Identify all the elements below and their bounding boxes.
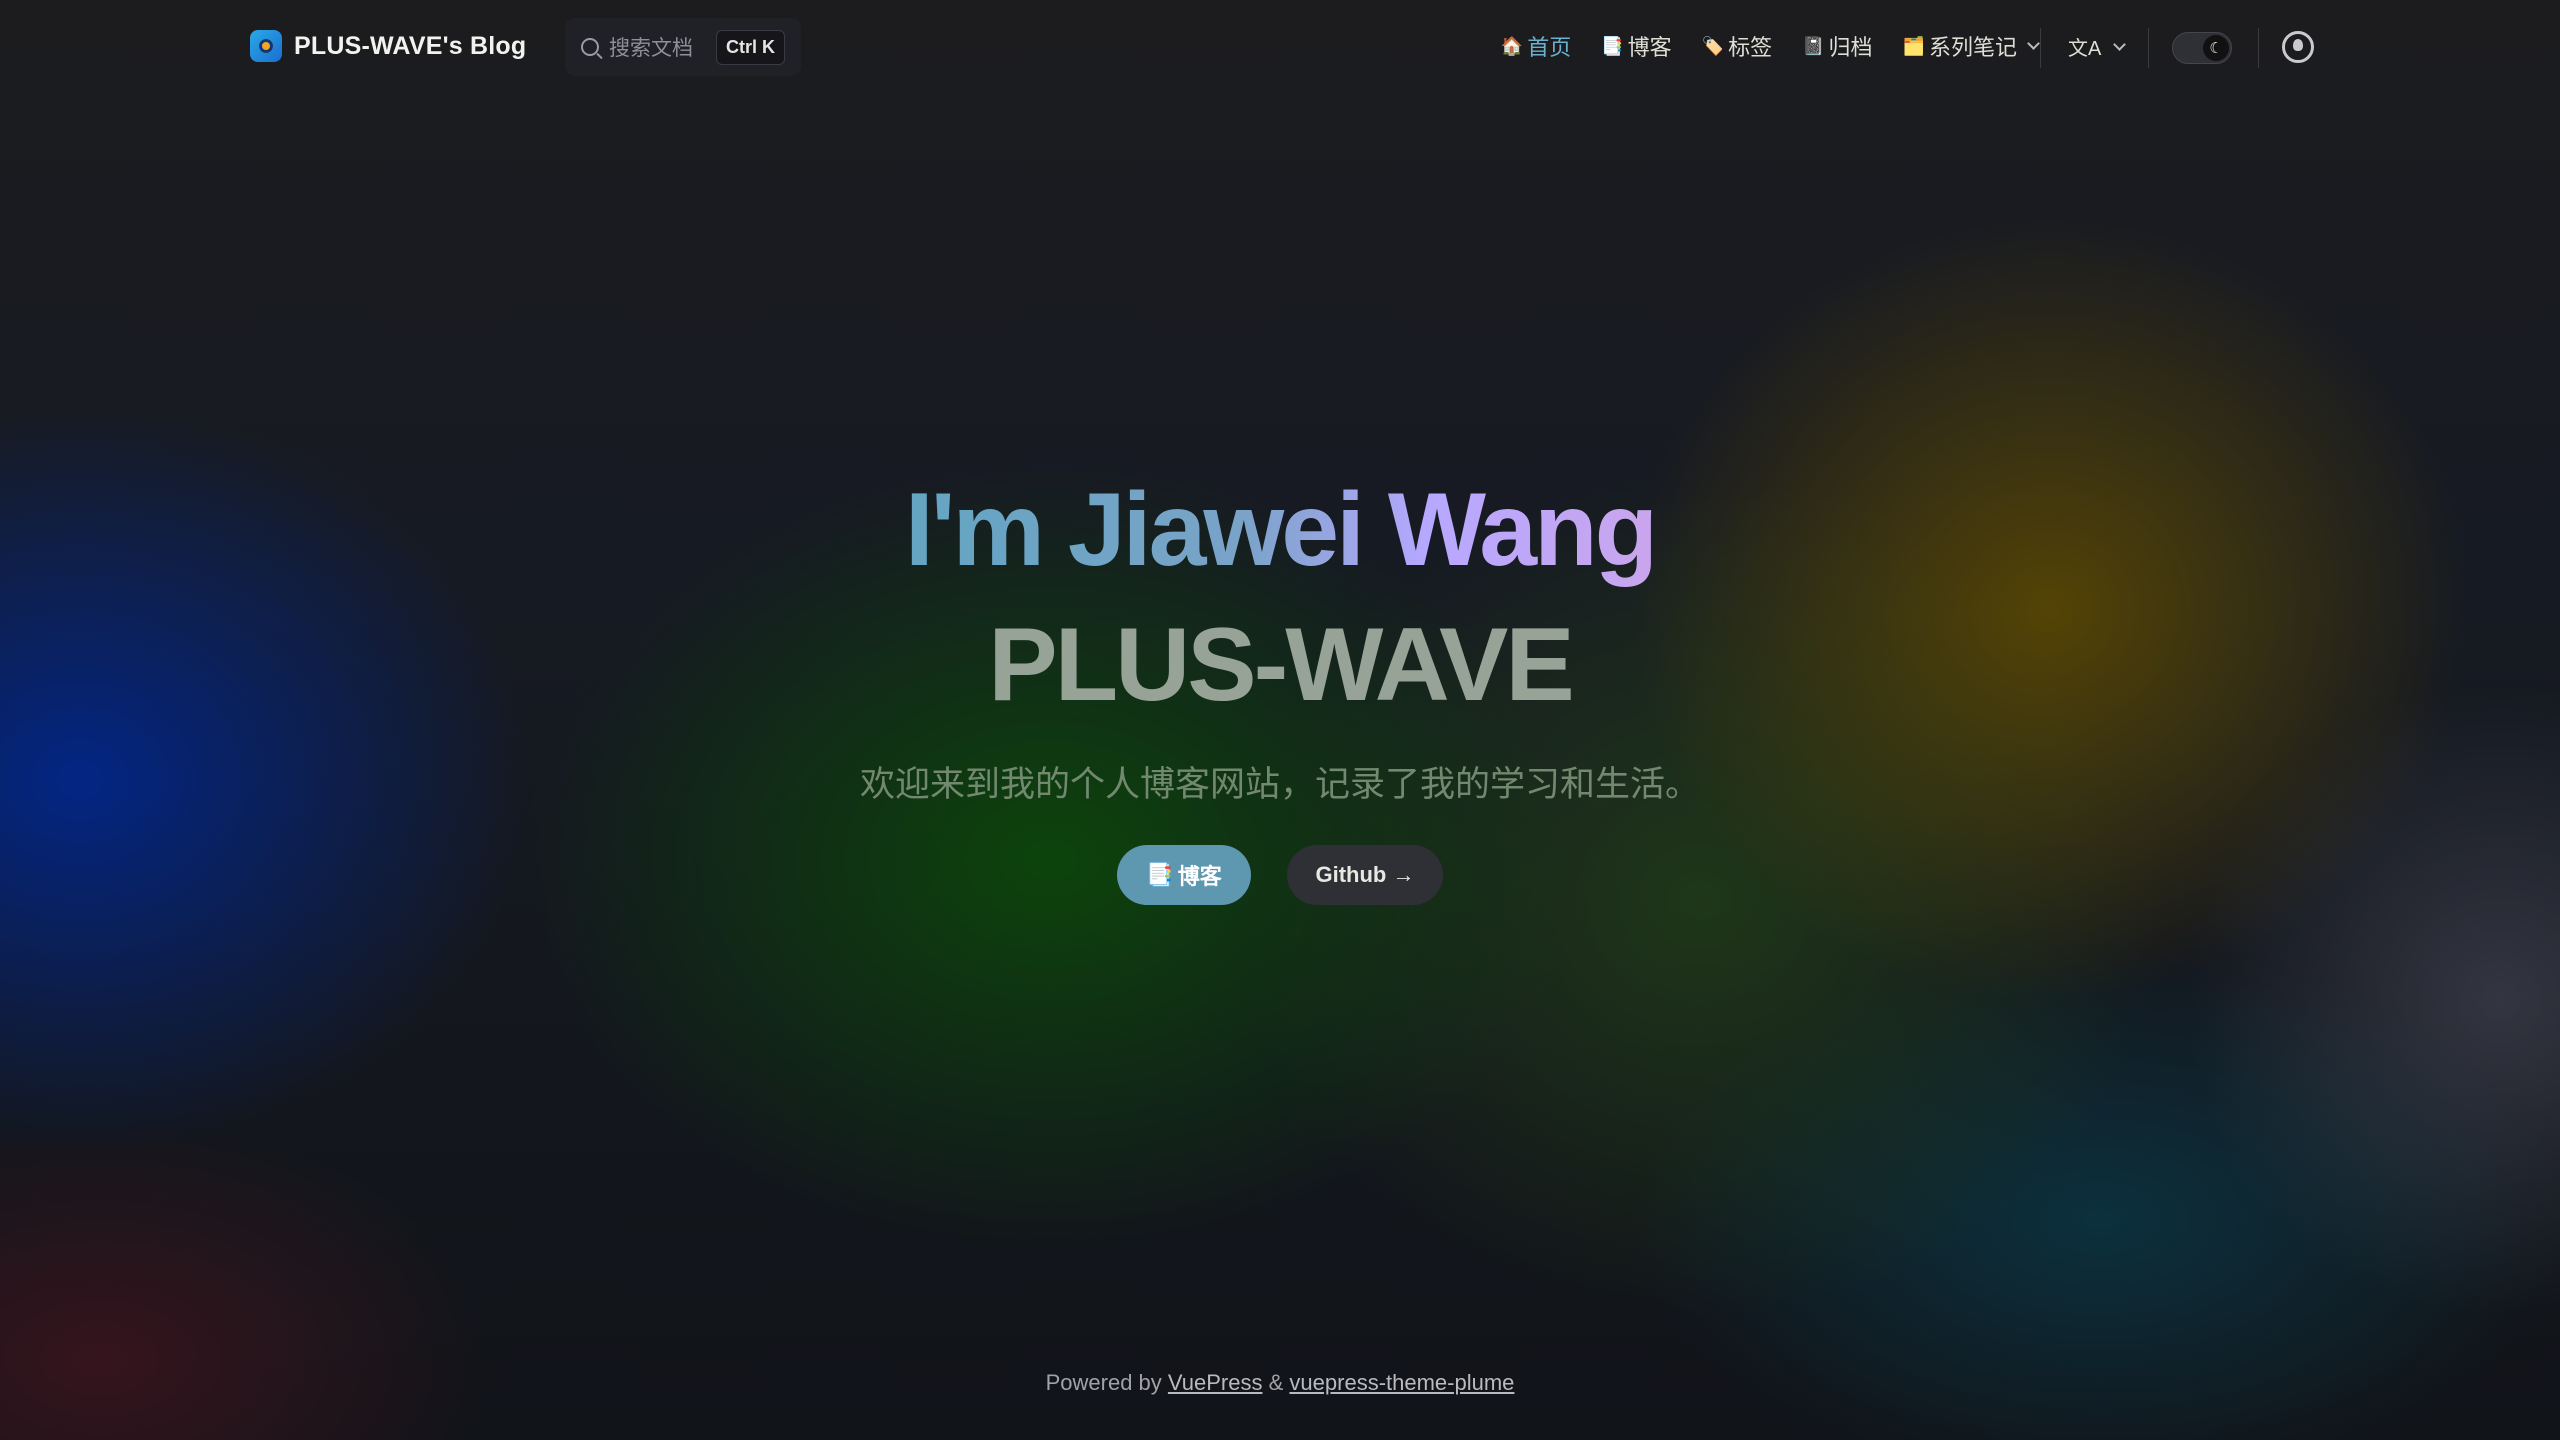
nav-divider xyxy=(2258,28,2259,68)
document-icon: 📑 xyxy=(1601,36,1624,56)
translate-icon: 文A xyxy=(2068,38,2102,60)
nav-item-archive[interactable]: 📓 归档 xyxy=(1802,30,1872,62)
footer-amp: & xyxy=(1268,1370,1284,1395)
nav-divider xyxy=(2148,28,2149,68)
search-shortcut: Ctrl K xyxy=(716,29,785,65)
nav-menu: 🏠 首页 📑 博客 🏷️ 标签 📓 归档 🗂️ 系列笔记 xyxy=(1501,30,2040,62)
document-icon: 📑 xyxy=(1146,862,1174,887)
nav-item-home[interactable]: 🏠 首页 xyxy=(1501,30,1571,62)
hero-section: I'm Jiawei Wang PLUS-WAVE 欢迎来到我的个人博客网站，记… xyxy=(0,460,2560,905)
hero-name: I'm Jiawei Wang xyxy=(905,460,1658,600)
theme-toggle[interactable]: ☾ xyxy=(2172,32,2232,64)
vuepress-link[interactable]: VuePress xyxy=(1168,1370,1263,1395)
moon-icon: ☾ xyxy=(2203,35,2229,61)
nav-item-label: 归档 xyxy=(1828,35,1873,60)
github-button-label: Github → xyxy=(1315,862,1415,887)
blog-button[interactable]: 📑 博客 xyxy=(1117,845,1251,905)
theme-plume-link[interactable]: vuepress-theme-plume xyxy=(1289,1370,1514,1395)
notebook-icon: 📓 xyxy=(1802,36,1825,56)
nav-item-tags[interactable]: 🏷️ 标签 xyxy=(1702,30,1772,62)
hero-tagline: 欢迎来到我的个人博客网站，记录了我的学习和生活。 xyxy=(859,765,1700,804)
site-logo-icon xyxy=(250,30,282,62)
site-title: PLUS-WAVE's Blog xyxy=(294,31,527,60)
tag-icon: 🏷️ xyxy=(1701,36,1725,56)
nav-item-blog[interactable]: 📑 博客 xyxy=(1601,30,1671,62)
hero-actions: 📑 博客 Github → xyxy=(0,845,2560,905)
nav-item-series[interactable]: 🗂️ 系列笔记 xyxy=(1902,30,2040,62)
chevron-down-icon xyxy=(2027,37,2040,50)
chevron-down-icon xyxy=(2113,37,2127,51)
nav-item-label: 博客 xyxy=(1627,35,1672,60)
footer: Powered by VuePress & vuepress-theme-plu… xyxy=(0,1370,2560,1396)
nav-item-label: 标签 xyxy=(1728,35,1773,60)
github-icon[interactable] xyxy=(2282,31,2314,63)
nav-item-label: 首页 xyxy=(1527,35,1572,60)
language-switcher[interactable]: 文A xyxy=(2068,32,2127,61)
nav-item-label: 系列笔记 xyxy=(1928,35,2017,60)
footer-prefix: Powered by xyxy=(1045,1370,1162,1395)
navbar: PLUS-WAVE's Blog 搜索文档 Ctrl K 🏠 首页 📑 博客 🏷… xyxy=(0,0,2560,96)
github-button[interactable]: Github → xyxy=(1287,845,1443,905)
nav-divider xyxy=(2040,28,2041,68)
search-button[interactable]: 搜索文档 Ctrl K xyxy=(565,18,801,76)
home-icon: 🏠 xyxy=(1500,36,1524,56)
site-brand[interactable]: PLUS-WAVE's Blog xyxy=(250,30,526,62)
search-placeholder: 搜索文档 xyxy=(609,37,693,60)
blog-button-label: 博客 xyxy=(1177,864,1222,889)
hero-text: PLUS-WAVE xyxy=(988,607,1575,723)
search-icon xyxy=(581,38,599,56)
folder-icon: 🗂️ xyxy=(1902,36,1925,56)
